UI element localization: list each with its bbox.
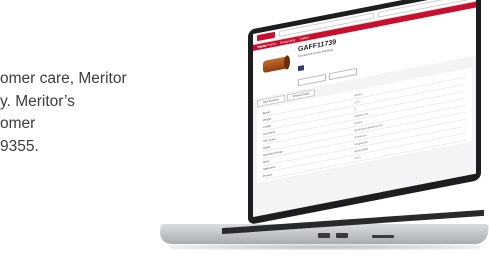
product-image bbox=[257, 47, 293, 84]
port-icon bbox=[372, 235, 394, 238]
laptop-shadow bbox=[170, 244, 480, 250]
port-icon bbox=[336, 233, 348, 238]
laptop-illustration: Meritor Tractor Trucks Heavy-duty Traile… bbox=[0, 0, 491, 255]
port-icon bbox=[318, 233, 330, 238]
laptop-screen: Meritor Tractor Trucks Heavy-duty Traile… bbox=[248, 0, 481, 226]
find-dealer-button[interactable] bbox=[329, 67, 357, 81]
add-to-list-button[interactable] bbox=[298, 73, 326, 87]
site-logo[interactable]: Meritor bbox=[257, 31, 275, 49]
bushing-end bbox=[284, 54, 290, 71]
product-badge bbox=[298, 65, 304, 72]
